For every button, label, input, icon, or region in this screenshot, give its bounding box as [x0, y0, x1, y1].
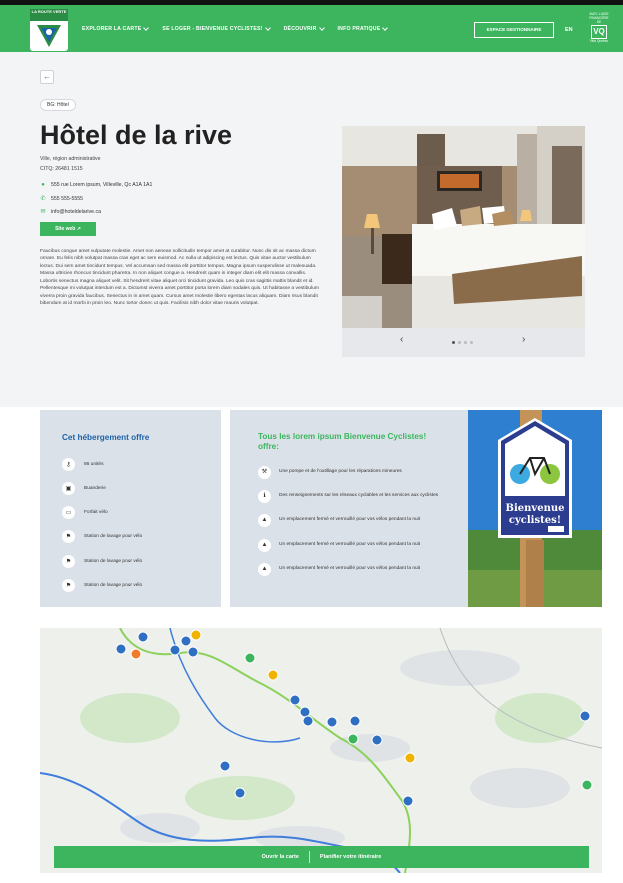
gallery-next-button[interactable]: › [522, 334, 525, 345]
cyclist-service-label: Un emplacement fermé et verrouillé pour … [279, 542, 421, 547]
vq-mark: VQ [591, 25, 607, 39]
amenities-title: Cet hébergement offre [62, 433, 150, 442]
amenity-item: ⚷ 86 unités [62, 458, 103, 471]
cyclist-service-label: Un emplacement fermé et verrouillé pour … [279, 566, 421, 571]
nav-explorer[interactable]: EXPLORER LA CARTE [82, 25, 150, 32]
nav-decouvrir-label: DÉCOUVRIR [283, 26, 317, 32]
amenity-label: 86 unités [84, 462, 104, 467]
wash-station-icon: ⚑ [62, 555, 75, 568]
amenity-item: ▭ Forfait vélo [62, 506, 108, 519]
hotel-room-photo [342, 126, 585, 328]
ticket-icon: ▭ [62, 506, 75, 519]
gallery-dot[interactable] [470, 341, 473, 344]
cyclist-service-item: ▲ Un emplacement fermé et verrouillé pour… [258, 514, 454, 527]
chevron-down-icon [143, 25, 150, 31]
partner-caption: AVEC L'AIDE FINANCIÈRE DE [589, 12, 609, 24]
nav-decouvrir[interactable]: DÉCOUVRIR [283, 25, 325, 32]
route-map[interactable] [40, 628, 602, 873]
gallery-dot[interactable] [452, 341, 455, 344]
nav-se-loger-label: SE LOGER - BIENVENUE CYCLISTES! [162, 26, 263, 32]
amenities-panel: Cet hébergement offre ⚷ 86 unités ▣ Buande… [40, 410, 221, 607]
address-text: 555 rue Lorem ipsum, Villeville, Qc A1A … [51, 182, 153, 188]
cyclist-service-item: ▲ Un emplacement fermé et verrouillé pour… [258, 539, 454, 552]
back-button[interactable]: ← [40, 70, 54, 84]
site-header: LA ROUTE VERTE EXPLORER LA CARTE SE LOGE… [0, 0, 623, 52]
gallery-prev-button[interactable]: ‹ [400, 334, 403, 345]
partner-sub: Vélo Québec [589, 39, 609, 43]
email-icon: ✉ [40, 209, 46, 215]
espace-gestionnaire-button[interactable]: ESPACE GESTIONNAIRE [474, 22, 554, 38]
phone-text: 555 555-5555 [51, 195, 84, 202]
amenity-item: ▣ Buanderie [62, 482, 106, 495]
amenity-label: Buanderie [84, 486, 106, 491]
amenity-label: Station de lavage pour vélo [84, 583, 143, 588]
nav-info-pratique[interactable]: INFO PRATIQUE [337, 25, 389, 32]
gallery-dots [452, 341, 473, 344]
chevron-down-icon [264, 25, 271, 31]
region-text: Ville, région administrative [40, 156, 101, 162]
amenity-item: ⚑ Station de lavage pour vélo [62, 579, 142, 592]
logo-text: LA ROUTE VERTE [30, 9, 68, 21]
location-pin-icon: ● [41, 182, 45, 188]
email-row[interactable]: ✉ info@hoteldelarive.ca [40, 208, 101, 216]
luggage-icon: ▣ [62, 482, 75, 495]
hotel-section: ← BG: Hôtel Hôtel de la rive Ville, régi… [0, 52, 623, 407]
lock-icon: ▲ [258, 514, 271, 527]
route-verte-logo[interactable]: LA ROUTE VERTE [30, 9, 68, 51]
phone-icon: ✆ [40, 196, 46, 202]
velo-quebec-logo[interactable]: AVEC L'AIDE FINANCIÈRE DE VQ Vélo Québec [587, 12, 611, 43]
amenity-label: Station de lavage pour vélo [84, 559, 143, 564]
bienvenue-cyclistes-panel: Tous les lorem ipsum Bienvenue Cyclistes… [230, 410, 469, 607]
language-switch[interactable]: EN [565, 27, 573, 33]
amenity-label: Forfait vélo [84, 510, 108, 515]
lock-icon: ▲ [258, 539, 271, 552]
open-map-button[interactable]: Ouvrir la carte [252, 854, 309, 860]
amenity-item: ⚑ Station de lavage pour vélo [62, 530, 142, 543]
cyclist-service-item: ⚒ Une pompe et de l'outillage pour les ré… [258, 466, 454, 479]
amenity-item: ⚑ Station de lavage pour vélo [62, 555, 142, 568]
gallery-dot[interactable] [464, 341, 467, 344]
cyclist-service-label: Une pompe et de l'outillage pour les rép… [279, 469, 402, 474]
logo-shield-icon [37, 25, 61, 47]
gallery-dot[interactable] [458, 341, 461, 344]
cyclists-title: Tous les lorem ipsum Bienvenue Cyclistes… [258, 432, 427, 451]
nav-explorer-label: EXPLORER LA CARTE [82, 26, 142, 32]
header-topline [0, 0, 623, 5]
cyclist-service-label: Des renseignements sur les réseaux cycla… [279, 493, 439, 498]
address-row: ● 555 rue Lorem ipsum, Villeville, Qc A1… [40, 182, 152, 188]
map-action-bar: Ouvrir la carte Planifier votre itinérai… [54, 846, 589, 868]
nav-se-loger[interactable]: SE LOGER - BIENVENUE CYCLISTES! [162, 25, 271, 32]
wash-station-icon: ⚑ [62, 530, 75, 543]
key-icon: ⚷ [62, 458, 75, 471]
plan-itinerary-button[interactable]: Planifier votre itinéraire [310, 854, 391, 860]
nav-info-pratique-label: INFO PRATIQUE [337, 26, 381, 32]
chevron-down-icon [318, 25, 325, 31]
bienvenue-cyclistes-sign-photo: Bienvenue cyclistes! [468, 410, 602, 607]
cyclist-service-item: ▲ Un emplacement fermé et verrouillé pour… [258, 563, 454, 576]
page-title: Hôtel de la rive [40, 120, 233, 150]
info-icon: ℹ [258, 490, 271, 503]
website-button[interactable]: Site web ↗ [40, 222, 96, 236]
email-text: info@hoteldelarive.ca [51, 208, 101, 215]
cyclist-service-label: Un emplacement fermé et verrouillé pour … [279, 517, 421, 522]
hotel-description: Faucibus congue amet vulputate molestie.… [40, 249, 319, 307]
photo-gallery: ‹ › [342, 126, 585, 357]
amenity-label: Station de lavage pour vélo [84, 534, 143, 539]
tools-icon: ⚒ [258, 466, 271, 479]
category-tag: BG: Hôtel [40, 99, 76, 111]
citq-text: CITQ: 26481 1515 [40, 166, 83, 172]
sign-line1: Bienvenue [506, 503, 565, 514]
sign-line2: cyclistes! [509, 515, 561, 526]
wash-station-icon: ⚑ [62, 579, 75, 592]
phone-row[interactable]: ✆ 555 555-5555 [40, 195, 84, 203]
chevron-down-icon [382, 25, 389, 31]
cyclist-service-item: ℹ Des renseignements sur les réseaux cycl… [258, 490, 454, 503]
main-nav: EXPLORER LA CARTE SE LOGER - BIENVENUE C… [82, 25, 389, 32]
lock-icon: ▲ [258, 563, 271, 576]
